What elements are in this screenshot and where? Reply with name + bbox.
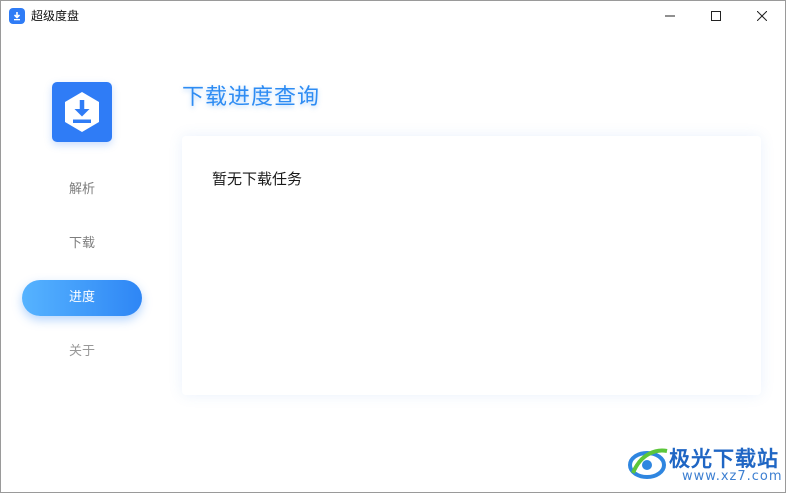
sidebar-item-about[interactable]: 关于 bbox=[22, 334, 142, 370]
page-title: 下载进度查询 bbox=[182, 85, 321, 110]
sidebar-item-parse[interactable]: 解析 bbox=[22, 172, 142, 208]
maximize-button[interactable] bbox=[693, 1, 739, 31]
app-logo bbox=[52, 82, 112, 142]
download-hexagon-icon bbox=[65, 92, 99, 132]
watermark-url: www.xz7.com bbox=[682, 469, 783, 484]
minimize-button[interactable] bbox=[647, 1, 693, 31]
minimize-icon bbox=[665, 15, 675, 17]
aurora-logo-icon bbox=[628, 448, 668, 479]
title-bar[interactable]: 超级度盘 bbox=[1, 1, 785, 31]
empty-message: 暂无下载任务 bbox=[212, 170, 303, 188]
sidebar-item-progress[interactable]: 进度 bbox=[22, 280, 142, 316]
close-button[interactable] bbox=[739, 1, 785, 31]
app-window: 超级度盘 解析 下载 进度 关于 下载进度查询 暂无下载任务 极光下载站 www… bbox=[0, 0, 786, 493]
close-icon bbox=[757, 11, 767, 21]
sidebar-item-download[interactable]: 下载 bbox=[22, 226, 142, 262]
watermark: 极光下载站 www.xz7.com bbox=[627, 441, 783, 489]
download-shield-icon bbox=[9, 8, 25, 24]
maximize-icon bbox=[711, 11, 721, 21]
window-title: 超级度盘 bbox=[31, 9, 80, 23]
progress-card: 暂无下载任务 bbox=[182, 136, 761, 395]
